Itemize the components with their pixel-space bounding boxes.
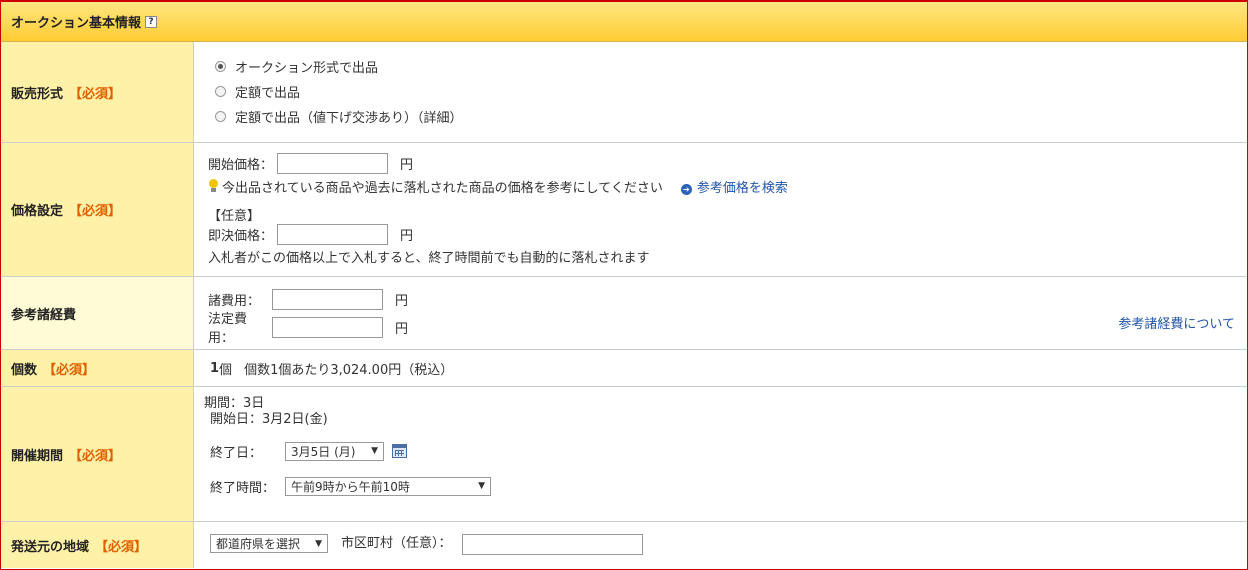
radio-button-checked[interactable] <box>215 61 226 72</box>
period-start-date: 開始日：3月2日(金) <box>210 412 328 427</box>
city-label: 市区町村（任意）： <box>341 536 452 551</box>
sales-format-options: オークション形式で出品 定額で出品 定額で出品（値下げ交渉あり）（詳細） <box>194 42 1247 142</box>
radio-fixed-price-negotiable[interactable]: 定額で出品（値下げ交渉あり）（詳細） <box>215 104 1247 129</box>
required-badge: 【必須】 <box>69 448 122 464</box>
misc-fee-input[interactable] <box>272 288 383 310</box>
price-hint: 今出品されている商品や過去に落札された商品の価格を参考にしてください <box>222 180 663 196</box>
buyout-price-label: 即決価格： <box>208 228 274 244</box>
label-period: 開催期間 【必須】 <box>1 387 194 521</box>
required-badge: 【必須】 <box>43 362 96 378</box>
label-price: 価格設定 【必須】 <box>1 143 194 276</box>
dropdown-arrow-icon: ▼ <box>371 446 378 456</box>
radio-button[interactable] <box>215 111 226 122</box>
row-quantity: 個数 【必須】 1 個 個数1個あたり3,024.00円（税込） <box>1 350 1247 387</box>
period-duration: 期間：3日 <box>204 396 265 411</box>
buyout-note: 入札者がこの価格以上で入札すると、終了時間前でも自動的に落札されます <box>208 250 650 266</box>
section-title: オークション基本情報 <box>11 16 142 31</box>
radio-auction[interactable]: オークション形式で出品 <box>215 54 1247 79</box>
misc-fee-label: 諸費用： <box>208 293 261 309</box>
label-fees: 参考諸経費 <box>1 277 194 349</box>
radio-button[interactable] <box>215 86 226 97</box>
end-date-label: 終了日： <box>210 445 263 461</box>
label-origin: 発送元の地域 【必須】 <box>1 522 194 568</box>
row-price: 価格設定 【必須】 開始価格： 円 今出品されている商品や過去に落札された商品の価… <box>1 143 1247 277</box>
required-badge: 【必須】 <box>69 86 122 102</box>
city-input[interactable] <box>461 534 643 555</box>
radio-fixed-price[interactable]: 定額で出品 <box>215 79 1247 104</box>
label-sales-format: 販売形式 【必須】 <box>1 42 194 142</box>
label-quantity: 個数 【必須】 <box>1 350 194 386</box>
arrow-circle-icon: ➔ <box>680 183 692 195</box>
end-time-label: 終了時間： <box>210 480 276 496</box>
buyout-price-input[interactable] <box>277 223 389 245</box>
calendar-icon[interactable] <box>392 444 407 458</box>
start-price-label: 開始価格： <box>208 157 274 173</box>
quantity-count: 1 <box>210 360 220 376</box>
quantity-unit: 個 <box>219 362 233 378</box>
section-header: オークション基本情報 ? <box>1 2 1247 42</box>
row-fees: 参考諸経費 諸費用： 円 法定費用： 円 参考諸経費について <box>1 277 1247 350</box>
row-sales-format: 販売形式 【必須】 オークション形式で出品 定額で出品 定額で出品（値下げ交渉あり… <box>1 42 1247 143</box>
fees-about-link[interactable]: 参考諸経費について <box>1118 313 1235 332</box>
prefecture-select[interactable]: 都道府県を選択 ▼ <box>210 534 328 553</box>
period-content: 期間：3日 開始日：3月2日(金) 終了日： 3月5日 (月) ▼ 終了時間： 午… <box>194 387 1247 521</box>
price-content: 開始価格： 円 今出品されている商品や過去に落札された商品の価格を参考にしてくだ… <box>194 143 1247 276</box>
dropdown-arrow-icon: ▼ <box>315 538 322 549</box>
quantity-per-unit-price: 個数1個あたり3,024.00円（税込） <box>244 362 454 378</box>
dropdown-arrow-icon: ▼ <box>478 481 485 491</box>
fees-content: 諸費用： 円 法定費用： 円 参考諸経費について <box>194 277 1247 349</box>
required-badge: 【必須】 <box>69 204 122 219</box>
start-price-input[interactable] <box>277 152 389 174</box>
quantity-content: 1 個 個数1個あたり3,024.00円（税込） <box>194 350 1247 386</box>
row-origin: 発送元の地域 【必須】 都道府県を選択 ▼ 市区町村（任意）： <box>1 522 1247 568</box>
row-period: 開催期間 【必須】 期間：3日 開始日：3月2日(金) 終了日： 3月5日 (月)… <box>1 387 1247 522</box>
end-date-select[interactable]: 3月5日 (月) ▼ <box>285 441 384 461</box>
legal-fee-label: 法定費用： <box>208 312 248 346</box>
legal-fee-input[interactable] <box>272 316 383 338</box>
required-badge: 【必須】 <box>95 539 148 555</box>
lightbulb-icon <box>208 179 218 193</box>
optional-tag: 【任意】 <box>208 209 261 224</box>
reference-price-search-link[interactable]: ➔ 参考価格を検索 <box>680 177 788 196</box>
help-icon[interactable]: ? <box>145 15 158 28</box>
origin-content: 都道府県を選択 ▼ 市区町村（任意）： <box>194 522 1247 568</box>
auction-basic-info-panel: オークション基本情報 ? 販売形式 【必須】 オークション形式で出品 定額で出品 … <box>0 0 1248 570</box>
end-time-select[interactable]: 午前9時から午前10時 ▼ <box>285 476 491 496</box>
